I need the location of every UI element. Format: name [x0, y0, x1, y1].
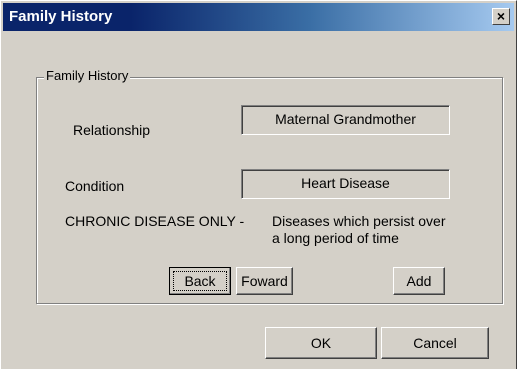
forward-button[interactable]: Foward	[236, 267, 293, 295]
title-bar[interactable]: Family History ×	[3, 3, 514, 31]
relationship-value: Maternal Grandmother	[275, 111, 416, 127]
chronic-disease-description-line2: a long period of time	[272, 230, 399, 246]
groupbox-legend: Family History	[44, 68, 131, 83]
ok-button[interactable]: OK	[265, 327, 377, 359]
add-button-label: Add	[406, 273, 432, 289]
cancel-button[interactable]: Cancel	[381, 327, 489, 359]
family-history-dialog: Family History × Family History Relation…	[0, 0, 517, 369]
forward-button-label: Foward	[241, 273, 288, 289]
condition-label: Condition	[65, 178, 125, 194]
chronic-disease-label: CHRONIC DISEASE ONLY -	[65, 213, 245, 229]
focus-rectangle	[173, 271, 227, 291]
condition-field[interactable]: Heart Disease	[241, 169, 450, 199]
back-button[interactable]: Back	[169, 267, 231, 295]
chronic-disease-description-line1: Diseases which persist over	[272, 213, 446, 229]
cancel-button-label: Cancel	[413, 335, 457, 351]
ok-button-label: OK	[310, 335, 332, 351]
close-icon: ×	[496, 8, 506, 24]
relationship-label: Relationship	[73, 122, 151, 138]
condition-value: Heart Disease	[301, 175, 390, 191]
window-title: Family History	[9, 8, 113, 25]
close-button[interactable]: ×	[492, 8, 510, 25]
add-button[interactable]: Add	[393, 267, 445, 295]
relationship-field[interactable]: Maternal Grandmother	[241, 105, 450, 135]
